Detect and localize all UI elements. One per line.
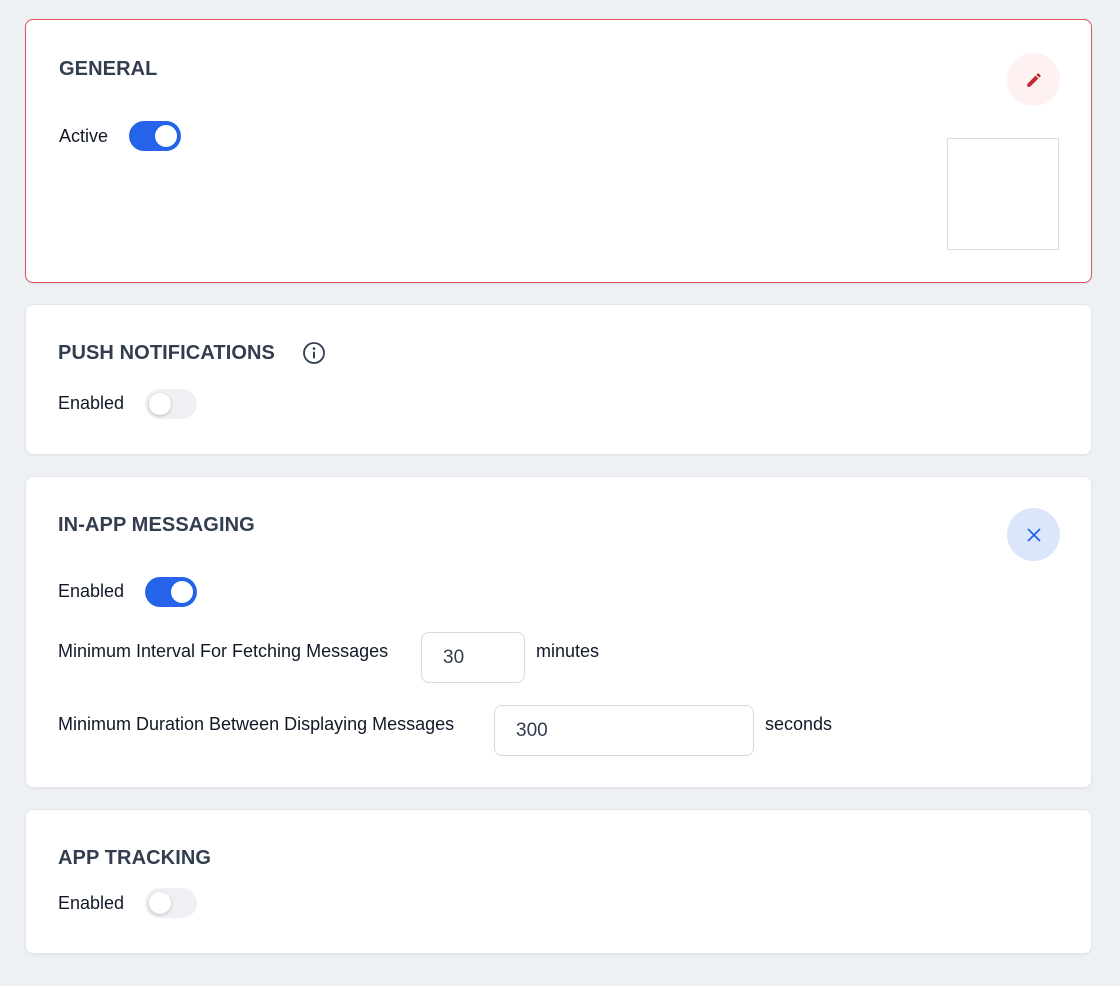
push-enabled-toggle[interactable]	[145, 389, 197, 419]
general-card[interactable]: GENERAL Active	[25, 19, 1092, 283]
display-duration-label: Minimum Duration Between Displaying Mess…	[58, 714, 455, 734]
toggle-knob	[171, 581, 193, 603]
app-tracking-title: APP TRACKING	[58, 847, 212, 869]
in-app-enabled-toggle[interactable]	[145, 577, 197, 607]
app-tracking-card: APP TRACKING Enabled	[25, 809, 1092, 954]
fetch-interval-input[interactable]	[421, 632, 525, 683]
close-icon	[1027, 528, 1040, 541]
preview-box	[947, 138, 1059, 250]
active-label: Active	[59, 126, 109, 146]
in-app-messaging-card: IN-APP MESSAGING Enabled Minimum Interva…	[25, 476, 1092, 788]
push-enabled-label: Enabled	[58, 393, 125, 413]
general-title: GENERAL	[59, 58, 158, 80]
fetch-interval-label: Minimum Interval For Fetching Messages	[58, 641, 389, 661]
display-duration-unit: seconds	[765, 714, 833, 734]
display-duration-input[interactable]	[494, 705, 754, 756]
info-icon[interactable]	[302, 341, 326, 365]
pencil-icon	[1026, 72, 1041, 87]
toggle-knob	[149, 393, 171, 415]
push-notifications-card: PUSH NOTIFICATIONS Enabled	[25, 304, 1092, 455]
push-notifications-title: PUSH NOTIFICATIONS	[58, 342, 275, 364]
tracking-enabled-toggle[interactable]	[145, 888, 197, 918]
toggle-knob	[155, 125, 177, 147]
fetch-interval-unit: minutes	[536, 641, 600, 661]
toggle-knob	[149, 892, 171, 914]
edit-button[interactable]	[1007, 53, 1060, 106]
in-app-messaging-title: IN-APP MESSAGING	[58, 514, 255, 536]
close-button[interactable]	[1007, 508, 1060, 561]
active-toggle[interactable]	[129, 121, 181, 151]
in-app-enabled-label: Enabled	[58, 581, 125, 601]
tracking-enabled-label: Enabled	[58, 893, 125, 913]
